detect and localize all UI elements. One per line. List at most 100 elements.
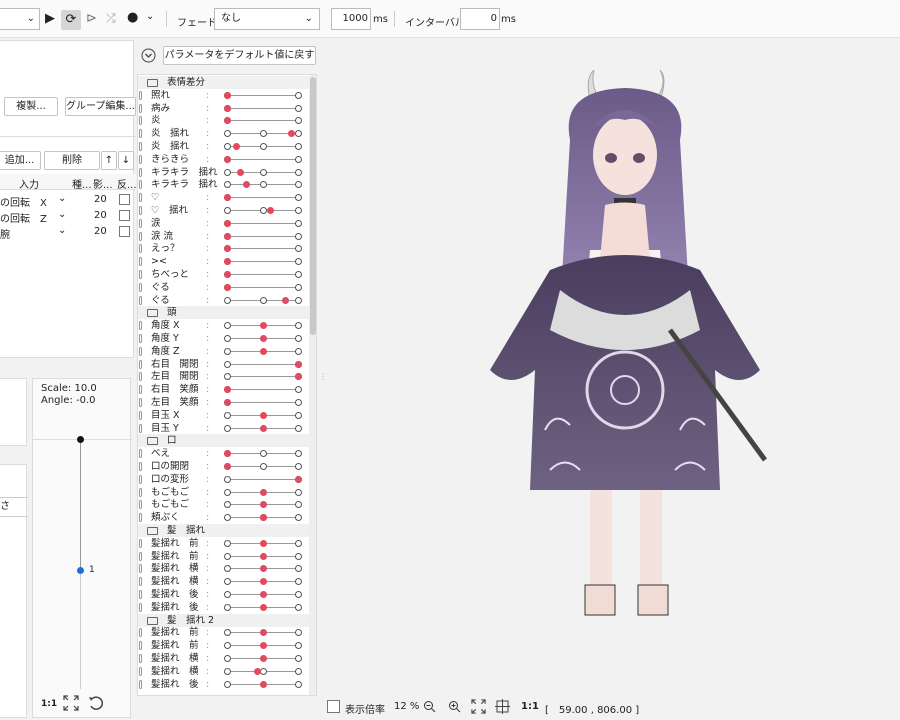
param-row[interactable]: 口の開閉: bbox=[138, 460, 316, 473]
slider-handle[interactable] bbox=[77, 567, 84, 574]
param-group-header[interactable]: 表情差分 bbox=[138, 76, 316, 89]
param-value-handle[interactable] bbox=[224, 386, 231, 394]
param-row[interactable]: ♡ 揺れ: bbox=[138, 204, 316, 217]
param-row[interactable]: 左目 笑顔: bbox=[138, 396, 316, 409]
param-slider-track[interactable] bbox=[228, 248, 299, 250]
param-row[interactable]: 角度 X: bbox=[138, 319, 316, 332]
add-button[interactable]: 追加... bbox=[0, 151, 41, 170]
interval-input[interactable]: 0 bbox=[460, 8, 500, 30]
fit-icon[interactable] bbox=[63, 695, 79, 711]
param-value-handle[interactable] bbox=[259, 603, 267, 611]
param-row[interactable]: 左目 開閉: bbox=[138, 370, 316, 383]
reflect-checkbox[interactable] bbox=[119, 194, 130, 205]
param-slider-track[interactable] bbox=[228, 363, 299, 365]
slider-top-handle[interactable] bbox=[77, 436, 84, 443]
collapse-icon[interactable] bbox=[141, 48, 156, 63]
param-row[interactable]: 目玉 X: bbox=[138, 409, 316, 422]
more-chevron-icon[interactable]: ⌄ bbox=[146, 11, 154, 22]
param-value-handle[interactable] bbox=[282, 296, 290, 304]
animation-select[interactable]: ⌄ bbox=[0, 8, 40, 30]
param-value-handle[interactable] bbox=[224, 155, 231, 163]
param-row[interactable]: 髪揺れ 前: bbox=[138, 550, 316, 563]
param-row[interactable]: ><: bbox=[138, 255, 316, 268]
zoom-in-icon[interactable] bbox=[448, 700, 461, 713]
param-row[interactable]: 炎 揺れ: bbox=[138, 140, 316, 153]
table-row[interactable]: の回転 Z ⌄ 20 bbox=[0, 209, 136, 225]
param-row[interactable]: ぐる: bbox=[138, 294, 316, 307]
param-value-handle[interactable] bbox=[224, 463, 231, 470]
group-edit-button[interactable]: グループ編集... bbox=[65, 97, 136, 116]
shuffle-icon[interactable]: ⤮ bbox=[106, 11, 116, 26]
param-value-handle[interactable] bbox=[243, 181, 251, 189]
param-row[interactable]: 髪揺れ 横: bbox=[138, 562, 316, 575]
param-value-handle[interactable] bbox=[224, 104, 231, 112]
param-slider-track[interactable] bbox=[228, 120, 299, 122]
loop-icon[interactable]: ⟳ bbox=[61, 10, 81, 30]
param-row[interactable]: 髪揺れ 後: bbox=[138, 601, 316, 614]
param-value-handle[interactable] bbox=[259, 501, 267, 509]
param-row[interactable]: もごもご: bbox=[138, 498, 316, 511]
param-row[interactable]: 照れ: bbox=[138, 89, 316, 102]
param-value-handle[interactable] bbox=[224, 232, 231, 240]
reflect-checkbox[interactable] bbox=[119, 226, 130, 237]
scrollbar[interactable] bbox=[309, 75, 316, 695]
one-to-one-button[interactable]: 1:1 bbox=[521, 701, 539, 712]
table-row[interactable]: 腕 ⌄ 20 bbox=[0, 225, 136, 241]
list-item[interactable]: さ bbox=[0, 497, 28, 517]
character-model[interactable] bbox=[490, 70, 780, 625]
param-row[interactable]: キラキラ 揺れ: bbox=[138, 178, 316, 191]
param-value-handle[interactable] bbox=[259, 680, 267, 688]
param-value-handle[interactable] bbox=[259, 655, 267, 662]
move-up-button[interactable]: ↑ bbox=[101, 151, 117, 170]
param-group-header[interactable]: 頭 bbox=[138, 306, 316, 320]
param-slider-track[interactable] bbox=[228, 107, 299, 109]
param-slider-track[interactable] bbox=[228, 94, 299, 96]
param-row[interactable]: べえ: bbox=[138, 447, 316, 460]
param-row[interactable]: ぐる: bbox=[138, 281, 316, 294]
param-value-handle[interactable] bbox=[224, 399, 231, 406]
param-row[interactable]: 髪揺れ 前: bbox=[138, 639, 316, 652]
reset-rotation-icon[interactable] bbox=[88, 695, 104, 711]
param-value-handle[interactable] bbox=[259, 539, 267, 547]
reset-params-button[interactable]: パラメータをデフォルト値に戻す bbox=[163, 46, 316, 65]
param-value-handle[interactable] bbox=[259, 552, 267, 560]
param-row[interactable]: 髪揺れ 横: bbox=[138, 575, 316, 588]
param-slider-track[interactable] bbox=[228, 286, 299, 288]
param-value-handle[interactable] bbox=[224, 283, 231, 291]
fit-view-icon[interactable] bbox=[471, 699, 486, 714]
reflect-checkbox[interactable] bbox=[119, 210, 130, 221]
param-row[interactable]: ちべっと: bbox=[138, 268, 316, 281]
param-row[interactable]: 角度 Z: bbox=[138, 345, 316, 358]
param-value-handle[interactable] bbox=[224, 91, 231, 99]
param-value-handle[interactable] bbox=[259, 424, 267, 432]
param-row[interactable]: 口の変形: bbox=[138, 473, 316, 486]
param-row[interactable]: 頬ぷく: bbox=[138, 511, 316, 524]
row-type[interactable]: ⌄ bbox=[58, 209, 66, 220]
param-slider-track[interactable] bbox=[228, 235, 299, 237]
param-row[interactable]: 角度 Y: bbox=[138, 332, 316, 345]
param-value-handle[interactable] bbox=[287, 130, 295, 138]
param-value-handle[interactable] bbox=[224, 258, 231, 266]
table-row[interactable]: の回転 X ⌄ 20 bbox=[0, 193, 136, 209]
param-value-handle[interactable] bbox=[259, 335, 267, 342]
param-value-handle[interactable] bbox=[259, 642, 267, 650]
param-slider-track[interactable] bbox=[228, 274, 299, 275]
param-row[interactable]: 髪揺れ 後: bbox=[138, 678, 316, 691]
param-slider-track[interactable] bbox=[228, 261, 299, 263]
param-value-handle[interactable] bbox=[295, 475, 302, 483]
param-row[interactable]: 右目 笑顔: bbox=[138, 383, 316, 396]
record-icon[interactable]: ● bbox=[127, 10, 138, 25]
param-row[interactable]: 病み: bbox=[138, 102, 316, 115]
param-slider-track[interactable] bbox=[228, 158, 299, 160]
zoom-out-icon[interactable] bbox=[423, 700, 436, 713]
param-row[interactable]: 炎 揺れ: bbox=[138, 127, 316, 140]
param-row[interactable]: 髪揺れ 横: bbox=[138, 665, 316, 678]
center-view-icon[interactable] bbox=[495, 699, 510, 714]
param-slider-track[interactable] bbox=[228, 197, 299, 199]
delete-button[interactable]: 削除 bbox=[44, 151, 100, 170]
param-value-handle[interactable] bbox=[259, 322, 267, 330]
display-scale-checkbox[interactable] bbox=[327, 700, 340, 713]
splitter-handle[interactable]: ⋮ bbox=[319, 372, 327, 381]
param-row[interactable]: 髪揺れ 前: bbox=[138, 626, 316, 639]
param-group-header[interactable]: 口 bbox=[138, 434, 316, 448]
